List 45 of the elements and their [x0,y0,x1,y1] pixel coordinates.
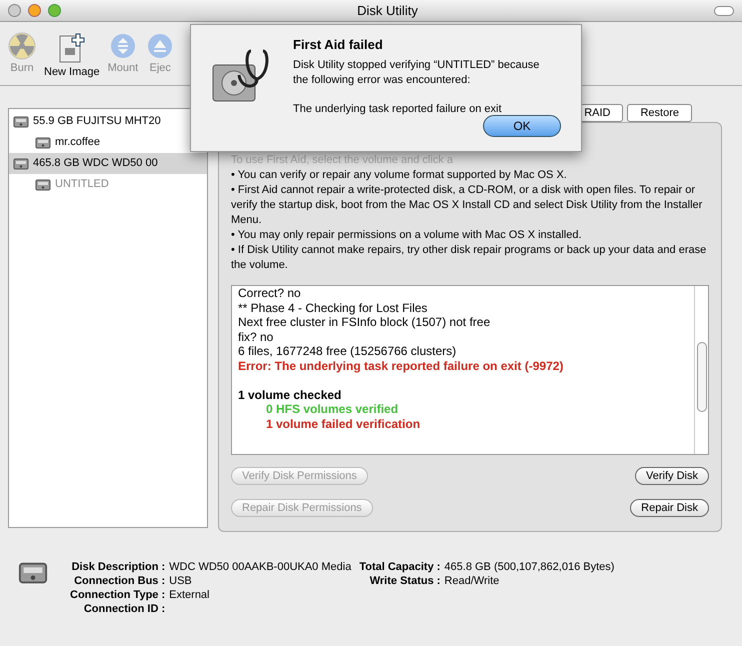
minimize-button[interactable] [28,4,41,17]
dialog-title: First Aid failed [293,37,384,52]
info-label: Disk Description : [70,560,166,574]
disk-list-item[interactable]: 465.8 GB WDC WD50 00 [9,153,207,174]
log-line: ** Phase 4 - Checking for Lost Files [238,300,428,315]
instruction-text: • You can verify or repair any volume format supported by Mac OS X. [231,168,568,183]
disk-list-item[interactable]: UNTITLED [9,174,207,195]
log-line: 0 HFS volumes verified [265,402,400,416]
window-title: Disk Utility [356,2,419,20]
log-line: 1 volume failed verification [265,416,422,431]
mount-icon [108,32,137,60]
new-image-icon [58,32,86,64]
log-line: 6 files, 1677248 free (15256766 clusters) [238,344,458,358]
info-value: External [169,588,210,602]
radiation-icon [8,32,36,60]
info-label: Write Status : [368,574,440,588]
instruction-text: • You may only repair permissions on a volume with Mac OS X installed. [231,228,583,243]
tab[interactable]: Restore [627,104,692,122]
info-label: Connection ID : [82,602,166,616]
instruction-text: • If Disk Utility cannot make repairs, try other disk repair programs or back up your data and erase the volume. [231,243,708,273]
toolbar-toggle-button[interactable] [714,6,734,16]
ok-button[interactable]: OK [483,115,561,137]
action-button[interactable]: Repair Disk [630,499,709,517]
info-label: Connection Bus : [73,574,166,588]
eject-icon [146,32,174,60]
log-line: fix? no [238,330,274,344]
zoom-button[interactable] [48,4,61,17]
dialog-message: Disk Utility stopped verifying “UNTITLED” because the following error was encountered: [293,58,540,88]
dialog-detail: The underlying task reported failure on exit [293,102,503,117]
log-line: Error: The underlying task reported failure on exit (-9972) [238,358,564,373]
toolbar-button[interactable]: New Image [44,32,100,80]
close-button[interactable] [8,4,21,17]
info-value: Read/Write [444,574,500,588]
log-line: Next free cluster in FSInfo block (1507) not free [238,315,492,330]
info-label: Total Capacity : [359,560,440,574]
info-label: Connection Type : [70,588,166,602]
instruction-text: • First Aid cannot repair a write-protected disk, a CD-ROM, or a disk with open files. To repair or verify the startup disk, boot from the Mac OS X Install CD and select Disk Utility from the Installer Menu. [231,183,704,228]
info-value: 465.8 GB (500,107,862,016 Bytes) [444,560,614,574]
disk-list-item[interactable]: 55.9 GB FUJITSU MHT20 [9,111,207,132]
log-line: 1 volume checked [238,388,342,402]
disk-list-item[interactable]: mr.coffee [9,132,207,153]
action-button[interactable]: Verify Disk [635,467,709,485]
info-value: USB [169,574,193,588]
log-line: Correct? no [238,286,302,300]
info-value: WDC WD50 00AAKB-00UKA0 Media [169,560,352,574]
